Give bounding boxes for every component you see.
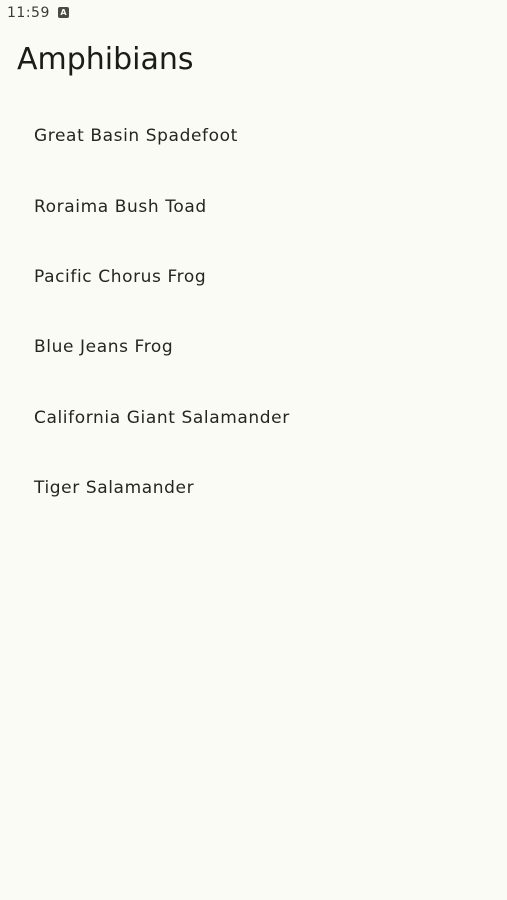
list-item-tiger-salamander[interactable]: Tiger Salamander — [0, 453, 507, 523]
app-notification-icon: A — [58, 7, 69, 18]
list-item-pacific-chorus-frog[interactable]: Pacific Chorus Frog — [0, 242, 507, 312]
list-item-label: California Giant Salamander — [34, 407, 290, 428]
list-item-california-giant-salamander[interactable]: California Giant Salamander — [0, 383, 507, 453]
list-item-label: Blue Jeans Frog — [34, 337, 174, 358]
list-item-blue-jeans-frog[interactable]: Blue Jeans Frog — [0, 312, 507, 382]
status-time: 11:59 — [7, 5, 50, 21]
amphibian-list: Great Basin Spadefoot Roraima Bush Toad … — [0, 101, 507, 523]
list-item-label: Roraima Bush Toad — [34, 196, 207, 217]
list-item-label: Tiger Salamander — [34, 478, 195, 499]
app-bar: Amphibians — [0, 36, 507, 84]
list-item-label: Pacific Chorus Frog — [34, 266, 207, 287]
list-item-label: Great Basin Spadefoot — [34, 126, 238, 147]
page-title: Amphibians — [17, 42, 194, 77]
list-item-great-basin-spadefoot[interactable]: Great Basin Spadefoot — [0, 101, 507, 171]
list-item-roraima-bush-toad[interactable]: Roraima Bush Toad — [0, 171, 507, 241]
status-bar: 11:59 A — [0, 0, 507, 28]
